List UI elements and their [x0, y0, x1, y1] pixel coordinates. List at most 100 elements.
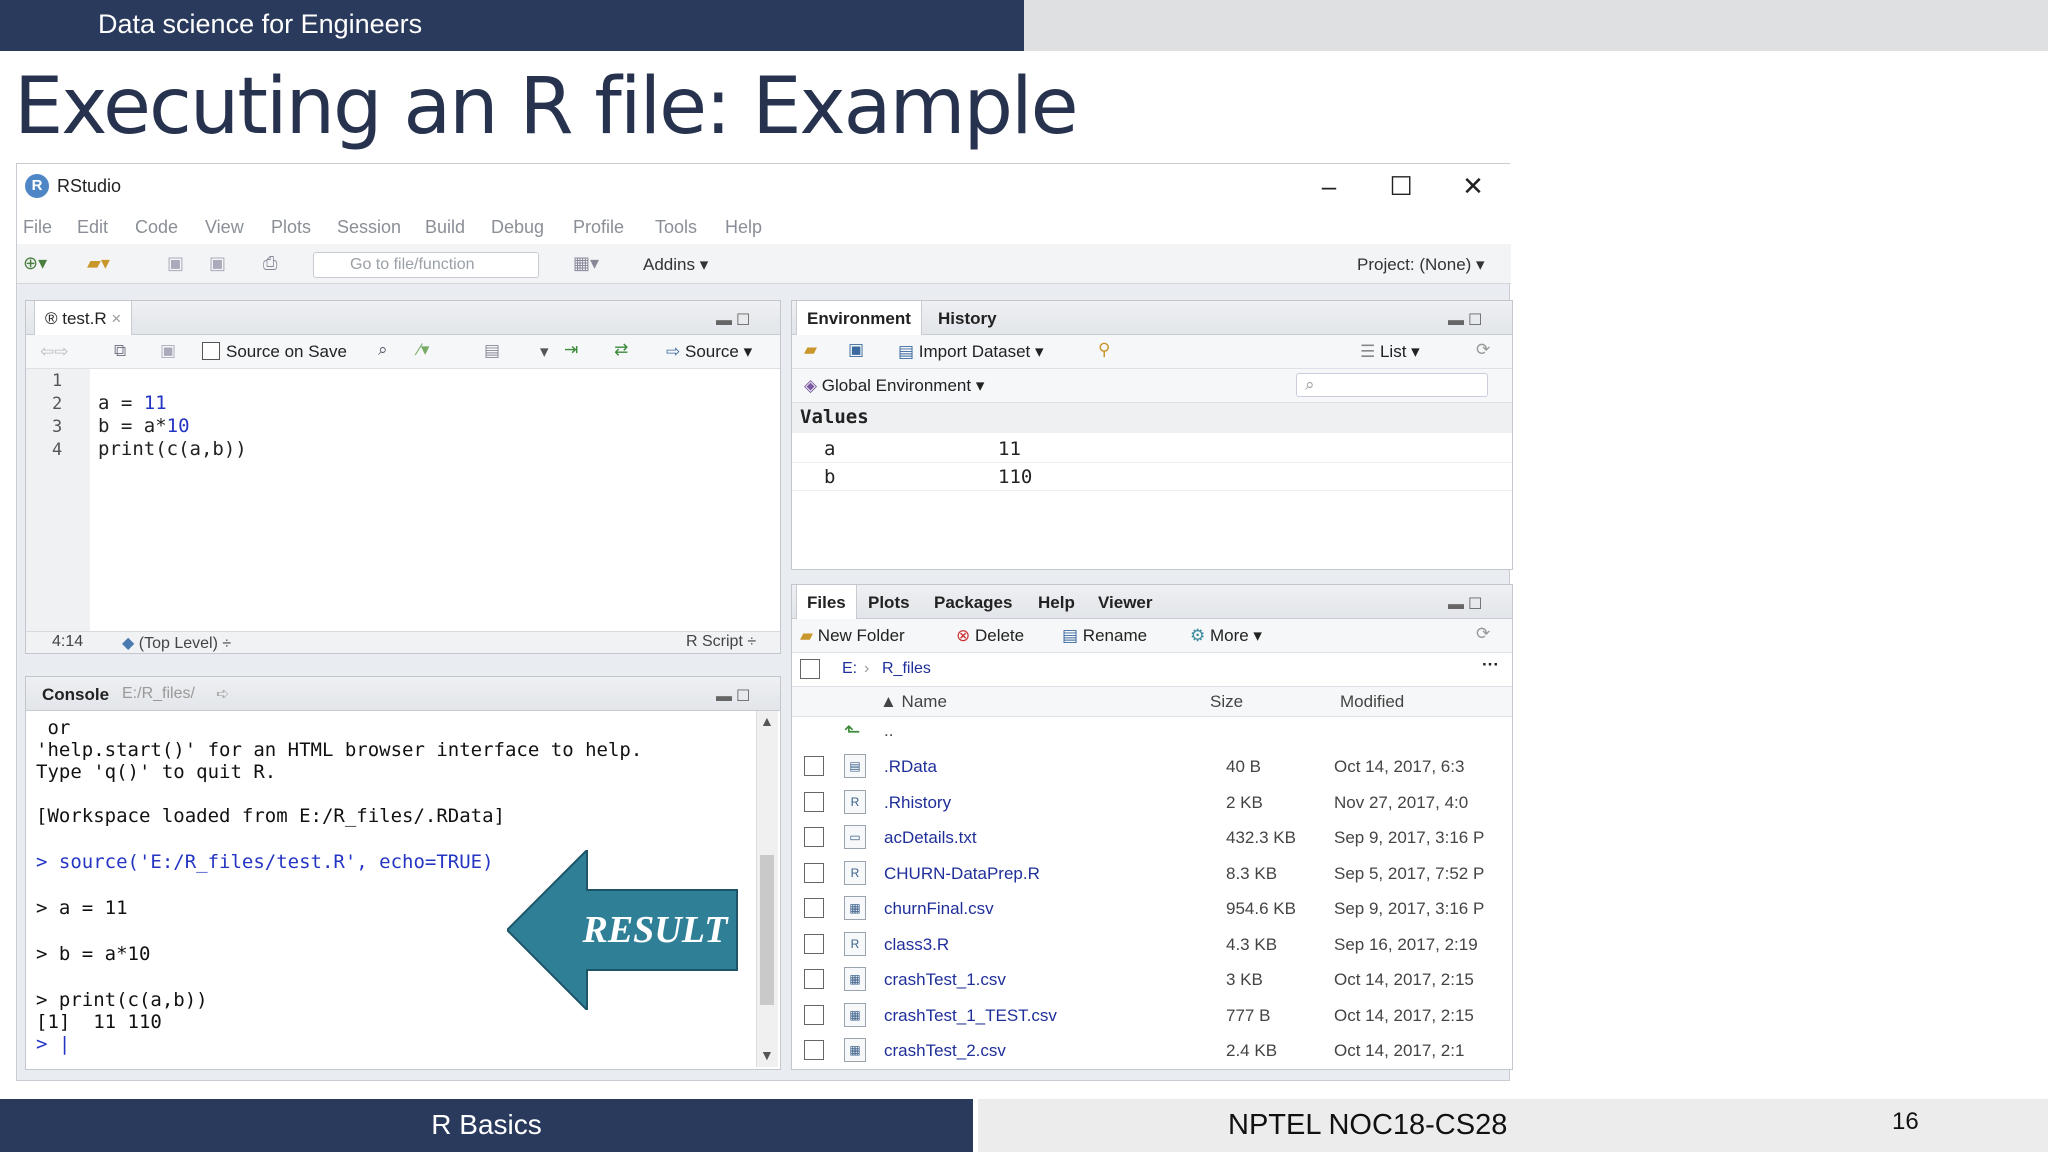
source-button[interactable]: ⇨ Source ▾ — [666, 342, 752, 362]
file-checkbox[interactable] — [804, 1004, 824, 1025]
environment-row[interactable]: a 11 — [792, 435, 1512, 463]
tab-packages[interactable]: Packages — [924, 585, 1022, 619]
file-row[interactable]: ▤ .RData 40 B Oct 14, 2017, 6:3 — [792, 749, 1512, 784]
menu-build[interactable]: Build — [425, 217, 465, 238]
scroll-down-icon[interactable]: ▼ — [760, 1047, 774, 1063]
print-icon[interactable]: ⎙ — [263, 253, 277, 275]
close-tab-icon[interactable]: × — [107, 309, 121, 328]
col-modified[interactable]: Modified — [1340, 692, 1404, 712]
magic-wand-icon[interactable]: ⁄▾ — [418, 340, 429, 360]
source-on-save-checkbox[interactable] — [202, 342, 220, 360]
menu-profile[interactable]: Profile — [573, 217, 624, 238]
file-checkbox[interactable] — [804, 862, 824, 883]
menu-code[interactable]: Code — [135, 217, 178, 238]
scope-selector[interactable]: ◆ (Top Level) ÷ — [122, 633, 231, 653]
file-name[interactable]: crashTest_1.csv — [884, 970, 1006, 990]
tab-files[interactable]: Files — [796, 585, 857, 619]
file-name[interactable]: crashTest_2.csv — [884, 1041, 1006, 1061]
pane-minmax-icon[interactable]: ▬☐ — [716, 310, 754, 330]
rename-button[interactable]: ▤ Rename — [1062, 626, 1147, 646]
search-icon[interactable]: ⌕ — [378, 340, 388, 360]
code-line[interactable]: b = a*10 — [98, 415, 190, 437]
open-folder-icon[interactable]: ▰▾ — [87, 253, 110, 275]
project-menu[interactable]: Project: (None) ▾ — [1357, 255, 1485, 275]
code-line[interactable]: a = 11 — [98, 392, 167, 414]
menu-tools[interactable]: Tools — [655, 217, 697, 238]
file-checkbox[interactable] — [804, 969, 824, 989]
addins-menu[interactable]: Addins ▾ — [643, 255, 708, 275]
pane-minmax-icon[interactable]: ▬☐ — [716, 686, 754, 706]
file-row[interactable]: ▦ crashTest_2.csv 2.4 KB Oct 14, 2017, 2:1 — [792, 1033, 1512, 1068]
environment-search-input[interactable]: ⌕ — [1296, 373, 1488, 397]
file-name[interactable]: .Rhistory — [884, 793, 951, 813]
new-folder-button[interactable]: ▰ New Folder — [800, 626, 905, 646]
more-button[interactable]: ⚙ More ▾ — [1190, 626, 1262, 646]
tab-help[interactable]: Help — [1028, 585, 1085, 619]
load-workspace-icon[interactable]: ▰ — [804, 340, 817, 360]
tab-history[interactable]: History — [928, 301, 1007, 335]
new-file-icon[interactable]: ⊕▾ — [23, 253, 47, 275]
back-forward-icon[interactable]: ⇦⇨ — [40, 342, 69, 362]
file-name[interactable]: crashTest_1_TEST.csv — [884, 1006, 1057, 1026]
more-options-icon[interactable]: ··· — [1482, 655, 1499, 675]
pane-minmax-icon[interactable]: ▬☐ — [1448, 594, 1486, 614]
menu-file[interactable]: File — [23, 217, 52, 238]
tab-console[interactable]: Console — [32, 677, 119, 711]
compile-report-icon[interactable]: ▤ — [484, 341, 500, 361]
file-row[interactable]: ▭ acDetails.txt 432.3 KB Sep 9, 2017, 3:16 … — [792, 820, 1512, 855]
save-icon[interactable]: ▣ — [167, 253, 184, 275]
save-icon[interactable]: ▣ — [160, 341, 176, 361]
file-checkbox[interactable] — [804, 791, 824, 812]
refresh-icon[interactable]: ⟳ — [1476, 340, 1490, 360]
file-type-selector[interactable]: R Script ÷ — [686, 633, 756, 651]
path-root[interactable]: E: — [842, 660, 857, 678]
file-checkbox[interactable] — [804, 827, 824, 847]
col-name[interactable]: ▲ Name — [880, 692, 947, 712]
clear-broom-icon[interactable]: ⚲ — [1098, 340, 1110, 360]
menu-debug[interactable]: Debug — [491, 217, 544, 238]
maximize-button[interactable]: ☐ — [1383, 168, 1419, 204]
console-scroll-thumb[interactable] — [760, 855, 774, 1005]
grid-layout-icon[interactable]: ▦▾ — [573, 253, 599, 275]
scroll-up-icon[interactable]: ▲ — [760, 713, 774, 729]
list-view-button[interactable]: ☰ List ▾ — [1360, 342, 1420, 362]
menu-session[interactable]: Session — [337, 217, 401, 238]
minimize-button[interactable]: – — [1311, 168, 1347, 204]
go-to-directory-icon[interactable]: ➪ — [216, 684, 229, 704]
rerun-icon[interactable]: ⇄ — [614, 340, 628, 360]
save-all-icon[interactable]: ▣ — [209, 253, 226, 275]
code-line[interactable]: print(c(a,b)) — [98, 438, 247, 460]
tab-environment[interactable]: Environment — [796, 301, 922, 335]
parent-folder-link[interactable]: .. — [884, 721, 893, 741]
file-name[interactable]: churnFinal.csv — [884, 899, 994, 919]
environment-row[interactable]: b 110 — [792, 463, 1512, 491]
file-checkbox[interactable] — [804, 1040, 824, 1060]
parent-folder-icon[interactable]: ⬑ — [844, 719, 861, 744]
menu-plots[interactable]: Plots — [271, 217, 311, 238]
close-button[interactable]: ✕ — [1455, 168, 1491, 204]
path-folder[interactable]: R_files — [882, 660, 931, 678]
menu-help[interactable]: Help — [725, 217, 762, 238]
file-name[interactable]: .RData — [884, 757, 937, 777]
run-icon[interactable]: ⇥ — [564, 340, 578, 360]
tab-viewer[interactable]: Viewer — [1088, 585, 1163, 619]
tab-test-r[interactable]: ® test.R × — [34, 301, 133, 335]
file-row[interactable]: R CHURN-DataPrep.R 8.3 KB Sep 5, 2017, 7:52… — [792, 856, 1512, 891]
select-all-checkbox[interactable] — [800, 659, 820, 679]
file-row[interactable]: R .Rhistory 2 KB Nov 27, 2017, 4:0 — [792, 785, 1512, 820]
file-checkbox[interactable] — [804, 756, 824, 776]
file-row[interactable]: ▦ churnFinal.csv 954.6 KB Sep 9, 2017, 3:16… — [792, 891, 1512, 926]
global-environment-selector[interactable]: ◈ Global Environment ▾ — [804, 376, 984, 396]
save-workspace-icon[interactable]: ▣ — [848, 340, 864, 360]
file-checkbox[interactable] — [804, 933, 824, 954]
console-path[interactable]: E:/R_files/ — [122, 685, 195, 703]
file-name[interactable]: class3.R — [884, 935, 949, 955]
col-size[interactable]: Size — [1210, 692, 1243, 712]
dropdown-icon[interactable]: ▾ — [540, 342, 549, 362]
menu-edit[interactable]: Edit — [77, 217, 108, 238]
refresh-icon[interactable]: ⟳ — [1476, 624, 1490, 644]
import-dataset-button[interactable]: ▤ Import Dataset ▾ — [898, 342, 1044, 362]
file-name[interactable]: acDetails.txt — [884, 828, 977, 848]
menu-view[interactable]: View — [205, 217, 244, 238]
file-name[interactable]: CHURN-DataPrep.R — [884, 864, 1040, 884]
